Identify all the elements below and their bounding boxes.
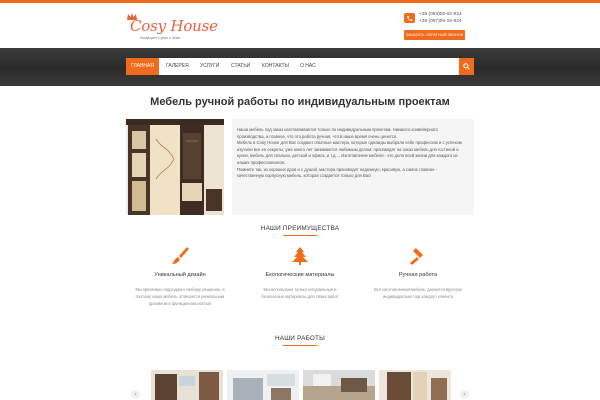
- nav-item-services[interactable]: УСЛУГИ: [200, 58, 219, 75]
- advantage-title: Уникальный дизайн: [154, 272, 206, 278]
- nav-item-gallery[interactable]: ГАЛЕРЕЯ: [166, 58, 189, 75]
- brand-name: Cosy House: [130, 17, 218, 35]
- advantages-title: НАШИ ПРЕИМУЩЕСТВА: [260, 225, 340, 232]
- works-divider: [283, 345, 317, 346]
- intro-line: Наша мебель под заказ изготавливается то…: [237, 127, 438, 132]
- work-photo[interactable]: [227, 370, 299, 400]
- advantage-desc: Мы используем только натуральные и безоп…: [261, 287, 339, 299]
- intro-line: кухни, мебель для спальни, детской и офи…: [237, 153, 458, 159]
- work-photo[interactable]: [151, 370, 223, 400]
- intro-panel: Наша мебель под заказ изготавливается то…: [232, 119, 474, 215]
- intro-line: изучили все ее секреты; уже много лет за…: [237, 146, 459, 152]
- intro-line: Мебель в Cosy House для Вас создают опыт…: [237, 140, 462, 146]
- intro-line: производства, а главное, что это работа …: [237, 133, 398, 139]
- intro-line: качественную корпусную мебель, которая с…: [237, 173, 372, 179]
- callback-button[interactable]: ЗАКАЗАТЬ ОБРАТНЫЙ ЗВОНОК: [404, 30, 465, 40]
- brush-icon: [172, 247, 189, 264]
- main-nav: ГЛАВНАЯ ГАЛЕРЕЯ УСЛУГИ СТАТЬИ КОНТАКТЫ О…: [126, 58, 474, 75]
- intro-text: Наша мебель под заказ изготавливается то…: [237, 127, 471, 180]
- intro-line: Помните так, из хороших дров и с душой, …: [237, 166, 438, 172]
- advantage-desc: Мы креативно подходим к любому решению, …: [135, 287, 225, 306]
- nav-item-contacts[interactable]: КОНТАКТЫ: [262, 58, 289, 75]
- search-icon: [463, 62, 470, 70]
- work-photo[interactable]: [379, 370, 451, 400]
- nav-item-articles[interactable]: СТАТЬИ: [231, 58, 250, 75]
- wardrobe-photo: [126, 119, 224, 215]
- brand-tagline: Комфорт и уют в доме: [140, 36, 181, 40]
- nav-item-about[interactable]: О НАС: [300, 58, 316, 75]
- site-header: Cosy House Комфорт и уют в доме +38 (093…: [0, 3, 600, 48]
- chevron-right-icon[interactable]: ›: [460, 390, 469, 399]
- advantage-title: Екологические материалы: [265, 272, 335, 278]
- hammer-icon: [410, 248, 423, 265]
- nav-item-home[interactable]: ГЛАВНАЯ: [126, 58, 159, 75]
- work-photo[interactable]: [303, 370, 375, 400]
- chevron-left-icon[interactable]: ‹: [131, 390, 140, 399]
- phone-icon: [404, 13, 415, 23]
- page-title: Мебель ручной работы по индивидуальным п…: [150, 96, 450, 108]
- advantages-divider: [283, 235, 317, 236]
- advantage-item: Екологические материалы Мы используем то…: [244, 246, 356, 301]
- search-button[interactable]: [459, 58, 474, 75]
- phone-number[interactable]: +38 (093)08-02-924: [419, 12, 462, 19]
- works-carousel: ‹ ›: [126, 368, 474, 400]
- phone-number[interactable]: +38 (097)08-15-924: [419, 19, 462, 26]
- intro-line: наших профессионалов.: [237, 159, 286, 165]
- works-title: НАШИ РАБОТЫ: [274, 335, 326, 342]
- tree-icon: [292, 247, 308, 265]
- advantage-item: Уникальный дизайн Мы креативно подходим …: [124, 246, 236, 307]
- advantage-title: Ручная работа: [398, 272, 438, 278]
- advantage-item: Ручная работа Вся изготовленная мебель, …: [362, 246, 474, 301]
- advantage-desc: Вся изготовленная мебель, делается вручн…: [374, 287, 462, 299]
- site-logo[interactable]: Cosy House Комфорт и уют в доме: [126, 12, 218, 44]
